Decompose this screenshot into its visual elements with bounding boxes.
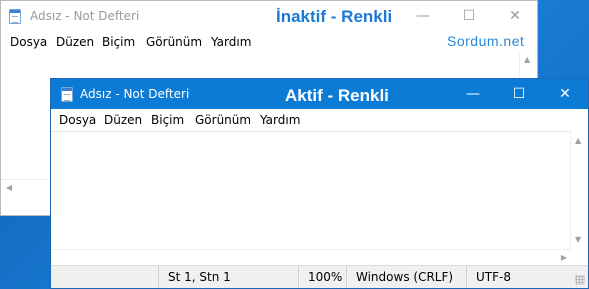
status-encoding: UTF-8: [466, 266, 571, 288]
resize-grip-icon[interactable]: [575, 275, 585, 285]
active-notepad-window[interactable]: Adsız - Not Defteri Aktif - Renkli — ☐ ✕…: [50, 78, 589, 289]
menu-yardim[interactable]: Yardım: [260, 113, 300, 127]
active-titlebar[interactable]: Adsız - Not Defteri Aktif - Renkli — ☐ ✕: [51, 79, 588, 109]
notepad-app-icon: [9, 9, 21, 24]
menu-bicim[interactable]: Biçim: [151, 113, 184, 127]
inactive-overlay-label: İnaktif - Renkli: [276, 7, 393, 26]
scroll-right-arrow-icon[interactable]: ▶: [561, 253, 567, 263]
minimize-button[interactable]: —: [400, 1, 446, 31]
notepad-app-icon: [61, 87, 73, 102]
scroll-left-arrow-icon[interactable]: ◀: [6, 183, 12, 193]
active-window-title: Adsız - Not Defteri: [80, 87, 190, 101]
menu-gorunum[interactable]: Görünüm: [146, 35, 202, 49]
active-menubar: Dosya Düzen Biçim Görünüm Yardım: [51, 110, 588, 130]
status-zoom: 100%: [298, 266, 346, 288]
scroll-up-arrow-icon[interactable]: ▲: [575, 136, 581, 146]
active-vertical-scrollbar[interactable]: ▲ ▼: [570, 131, 588, 249]
scroll-up-arrow-icon[interactable]: ▲: [524, 55, 530, 65]
close-button[interactable]: ✕: [492, 1, 538, 31]
menu-duzen[interactable]: Düzen: [104, 113, 142, 127]
active-overlay-label: Aktif - Renkli: [285, 86, 389, 105]
menu-yardim[interactable]: Yardım: [211, 35, 251, 49]
status-bar: St 1, Stn 1 100% Windows (CRLF) UTF-8: [51, 265, 588, 288]
menu-dosya[interactable]: Dosya: [10, 35, 47, 49]
inactive-titlebar[interactable]: Adsız - Not Defteri İnaktif - Renkli — ☐…: [1, 1, 537, 31]
menu-bicim[interactable]: Biçim: [102, 35, 135, 49]
menu-gorunum[interactable]: Görünüm: [195, 113, 251, 127]
menu-duzen[interactable]: Düzen: [56, 35, 94, 49]
minimize-button[interactable]: —: [450, 79, 496, 109]
status-cursor-position: St 1, Stn 1: [158, 266, 298, 288]
close-button[interactable]: ✕: [542, 79, 588, 109]
scroll-down-arrow-icon[interactable]: ▼: [575, 235, 581, 245]
watermark: Sordum.net: [447, 33, 525, 49]
inactive-window-title: Adsız - Not Defteri: [30, 9, 140, 23]
status-line-endings: Windows (CRLF): [346, 266, 466, 288]
maximize-button[interactable]: ☐: [446, 1, 492, 31]
active-text-area[interactable]: [51, 131, 571, 250]
menu-dosya[interactable]: Dosya: [59, 113, 96, 127]
maximize-button[interactable]: ☐: [496, 79, 542, 109]
